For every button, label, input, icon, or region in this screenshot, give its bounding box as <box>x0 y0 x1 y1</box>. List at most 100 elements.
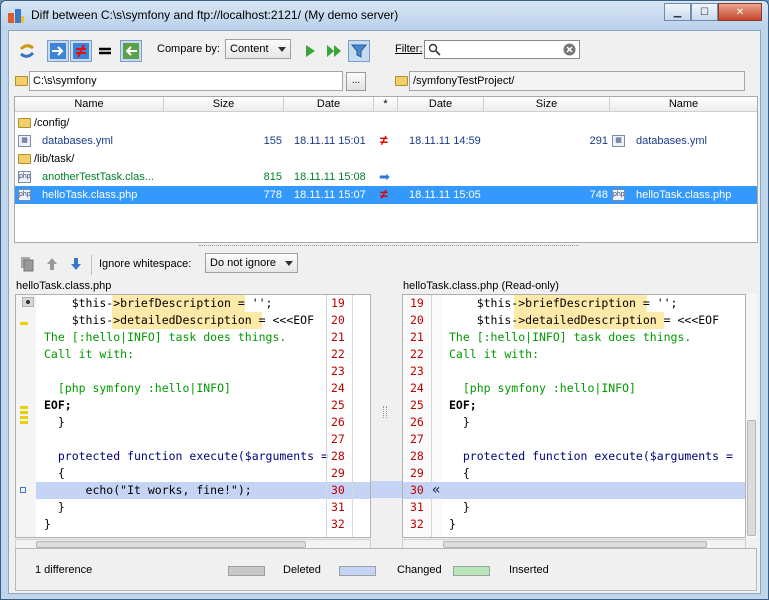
left-file-name: helloTask.class.php <box>42 189 138 201</box>
line-number: 30 <box>331 483 345 497</box>
line-number: 27 <box>331 432 345 446</box>
left-file-date: 18.11.11 15:01 <box>294 135 366 147</box>
compare-by-label: Compare by: <box>157 43 220 55</box>
code-line: EOF; <box>44 398 72 412</box>
copy-button[interactable] <box>16 253 38 275</box>
line-number: 31 <box>331 500 345 514</box>
right-file-name: databases.yml <box>636 135 707 147</box>
line-number: 22 <box>410 347 424 361</box>
code-line: { <box>449 466 470 480</box>
header-left-name[interactable]: Name <box>15 97 164 112</box>
clear-icon[interactable] <box>563 43 576 56</box>
filter-input[interactable] <box>424 40 580 59</box>
table-row[interactable]: php anotherTestTask.clas... 815 18.11.11… <box>15 168 757 186</box>
table-row[interactable]: ▦ databases.yml 155 18.11.11 15:01 ≠ 18.… <box>15 132 757 150</box>
table-row[interactable]: /config/ <box>15 114 757 132</box>
table-row[interactable]: /lib/task/ <box>15 150 757 168</box>
browse-button[interactable]: ... <box>346 72 366 91</box>
right-vertical-scrollbar[interactable] <box>746 294 757 538</box>
chevron-down-icon <box>278 47 286 52</box>
previous-difference-button[interactable] <box>41 253 63 275</box>
code-line: [php symfony :hello|INFO] <box>44 381 231 395</box>
line-number: 21 <box>410 330 424 344</box>
left-editor[interactable]: $this->briefDescription = ''; $this->det… <box>15 294 371 538</box>
left-path-value: C:\s\symfony <box>33 75 97 87</box>
header-status[interactable]: * <box>374 97 398 112</box>
minimize-button[interactable]: ▁ <box>664 3 691 21</box>
php-file-icon: php <box>18 171 31 183</box>
left-file-date: 18.11.11 15:08 <box>294 171 366 183</box>
left-path-field[interactable]: C:\s\symfony <box>29 71 343 91</box>
vertical-splitter[interactable] <box>383 406 387 418</box>
header-right-name[interactable]: Name <box>610 97 757 112</box>
main-toolbar: Compare by: Content Filter: <box>9 31 760 65</box>
deleted-label: Deleted <box>283 564 321 576</box>
left-file-date: 18.11.11 15:07 <box>294 189 366 201</box>
eye-icon <box>22 297 34 307</box>
synchronize-selected-button[interactable] <box>299 40 321 62</box>
horizontal-splitter[interactable] <box>199 245 579 248</box>
code-line: $this->detailedDescription = <<<EOF <box>449 313 720 327</box>
code-line: } <box>449 517 456 531</box>
php-file-icon: php <box>612 189 625 201</box>
compare-by-select[interactable]: Content <box>225 39 291 59</box>
change-marker <box>20 406 28 424</box>
table-row-selected[interactable]: php helloTask.class.php 778 18.11.11 15:… <box>15 186 757 204</box>
ignore-whitespace-select[interactable]: Do not ignore <box>205 253 298 273</box>
show-right-only-button[interactable] <box>120 40 142 62</box>
bookmark-marker <box>20 487 26 493</box>
app-icon <box>8 9 24 23</box>
header-right-date[interactable]: Date <box>398 97 484 112</box>
funnel-icon <box>350 44 368 58</box>
line-number: 28 <box>410 449 424 463</box>
ignore-whitespace-value: Do not ignore <box>210 257 277 269</box>
header-left-size[interactable]: Size <box>164 97 284 112</box>
code-line: } <box>44 415 65 429</box>
code-line: { <box>44 466 65 480</box>
code-line: protected function execute($arguments = <box>449 449 733 463</box>
left-file-name: anotherTestTask.clas... <box>42 171 154 183</box>
scroll-thumb[interactable] <box>36 541 306 548</box>
header-left-date[interactable]: Date <box>284 97 374 112</box>
browse-label: ... <box>351 75 361 86</box>
scroll-thumb[interactable] <box>747 420 756 536</box>
refresh-button[interactable] <box>16 40 38 62</box>
line-number: 28 <box>331 449 345 463</box>
copy-left-icon[interactable]: « <box>432 482 440 499</box>
code-line: The [:hello|INFO] task does things. <box>44 330 287 344</box>
line-number: 19 <box>410 296 424 310</box>
right-path-value: /symfonyTestProject/ <box>413 75 515 87</box>
next-difference-button[interactable] <box>65 253 87 275</box>
show-equal-button[interactable] <box>94 40 116 62</box>
diff-window: Diff between C:\s\symfony and ftp://loca… <box>0 0 769 600</box>
code-line: } <box>44 500 65 514</box>
title-bar: Diff between C:\s\symfony and ftp://loca… <box>1 1 768 30</box>
scroll-thumb[interactable] <box>443 541 707 548</box>
not-equal-icon <box>73 43 89 59</box>
filter-toggle-button[interactable] <box>348 40 370 62</box>
right-file-title: helloTask.class.php (Read-only) <box>403 280 559 292</box>
code-line: } <box>449 415 470 429</box>
show-left-only-button[interactable] <box>47 40 69 62</box>
arrow-left-icon <box>123 43 139 59</box>
chevron-down-icon <box>285 261 293 266</box>
code-line: $this->detailedDescription = <<<EOF <box>44 313 315 327</box>
folder-icon <box>18 118 31 128</box>
line-number: 32 <box>410 517 424 531</box>
close-button[interactable]: ✕ <box>718 3 762 21</box>
left-file-title: helloTask.class.php <box>16 280 112 292</box>
show-different-button[interactable] <box>70 40 92 62</box>
yml-file-icon: ▦ <box>612 135 625 147</box>
line-number: 27 <box>410 432 424 446</box>
line-number: 21 <box>331 330 345 344</box>
code-line: [php symfony :hello|INFO] <box>449 381 636 395</box>
line-number: 30 <box>410 483 424 497</box>
code-line: EOF; <box>449 398 477 412</box>
header-right-size[interactable]: Size <box>484 97 610 112</box>
synchronize-all-button[interactable] <box>323 40 345 62</box>
right-file-date: 18.11.11 15:05 <box>409 189 481 201</box>
right-file-size: 291 <box>589 135 608 147</box>
line-number: 32 <box>331 517 345 531</box>
client-area: Compare by: Content Filter: C:\s\symfony… <box>8 30 761 594</box>
maximize-button[interactable]: ☐ <box>691 3 718 21</box>
